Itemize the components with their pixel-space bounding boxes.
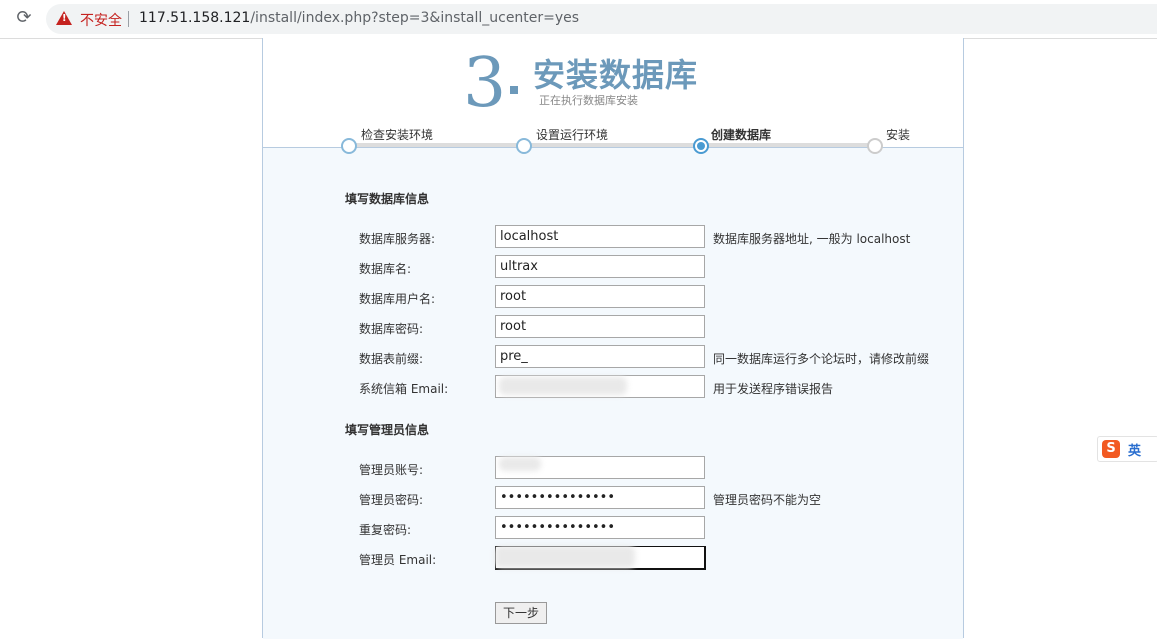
progress-node-done <box>516 138 532 154</box>
admin-account-label: 管理员账号: <box>359 463 424 477</box>
step-number-dot <box>510 86 518 94</box>
table-prefix-input[interactable]: pre_ <box>495 345 705 368</box>
db-host-hint: 数据库服务器地址, 一般为 localhost <box>713 232 911 246</box>
db-name-input[interactable]: ultrax <box>495 255 705 278</box>
admin-password-label: 管理员密码: <box>359 493 424 507</box>
progress-node-todo <box>867 138 883 154</box>
table-prefix-label: 数据表前缀: <box>359 352 424 366</box>
address-bar: ⟳ 不安全 117.51.158.121/install/index.php?s… <box>0 0 1157 39</box>
repeat-password-input[interactable]: ••••••••••••••• <box>495 516 705 539</box>
redacted-blur <box>495 546 635 568</box>
redacted-blur <box>499 457 541 471</box>
reload-icon[interactable]: ⟳ <box>14 8 34 28</box>
step-number: 3 <box>463 44 507 123</box>
db-section-title: 填写数据库信息 <box>345 192 430 206</box>
admin-password-input[interactable]: ••••••••••••••• <box>495 486 705 509</box>
ime-mode-label[interactable]: 英 <box>1128 440 1141 459</box>
next-step-button[interactable]: 下一步 <box>495 602 547 624</box>
install-container: 3 安装数据库 正在执行数据库安装 检查安装环境 设置运行环境 创建数据库 安装… <box>262 38 964 639</box>
progress-step-label: 检查安装环境 <box>361 128 434 142</box>
db-host-input[interactable]: localhost <box>495 225 705 248</box>
system-email-label: 系统信箱 Email: <box>359 382 449 396</box>
url-text[interactable]: 117.51.158.121/install/index.php?step=3&… <box>139 10 579 26</box>
warning-icon[interactable] <box>56 11 72 25</box>
admin-password-hint: 管理员密码不能为空 <box>713 493 822 507</box>
page-title: 安装数据库 <box>533 56 699 94</box>
progress-step-label-current: 创建数据库 <box>711 128 772 142</box>
form-panel: 填写数据库信息 数据库服务器: localhost 数据库服务器地址, 一般为 … <box>263 147 963 639</box>
system-email-hint: 用于发送程序错误报告 <box>713 382 834 396</box>
progress-step-label: 安装 <box>886 128 911 142</box>
db-user-input[interactable]: root <box>495 285 705 308</box>
url-host: 117.51.158.121 <box>139 10 251 26</box>
db-name-label: 数据库名: <box>359 262 412 276</box>
db-host-label: 数据库服务器: <box>359 232 436 246</box>
divider <box>128 11 129 27</box>
security-label[interactable]: 不安全 <box>80 10 122 30</box>
progress-node-done <box>341 138 357 154</box>
sogou-logo-icon: S <box>1102 440 1120 458</box>
db-password-input[interactable]: root <box>495 315 705 338</box>
db-password-label: 数据库密码: <box>359 322 424 336</box>
table-prefix-hint: 同一数据库运行多个论坛时，请修改前缀 <box>713 352 930 366</box>
progress-node-current <box>693 138 709 154</box>
progress-step-label: 设置运行环境 <box>536 128 609 142</box>
ime-toolbar[interactable]: S 英 <box>1097 436 1157 462</box>
db-user-label: 数据库用户名: <box>359 292 436 306</box>
redacted-blur <box>499 377 627 395</box>
admin-section-title: 填写管理员信息 <box>345 423 430 437</box>
repeat-password-label: 重复密码: <box>359 523 412 537</box>
page-subtitle: 正在执行数据库安装 <box>539 94 638 107</box>
url-path: /install/index.php?step=3&install_ucente… <box>250 10 580 26</box>
admin-email-label: 管理员 Email: <box>359 553 437 567</box>
